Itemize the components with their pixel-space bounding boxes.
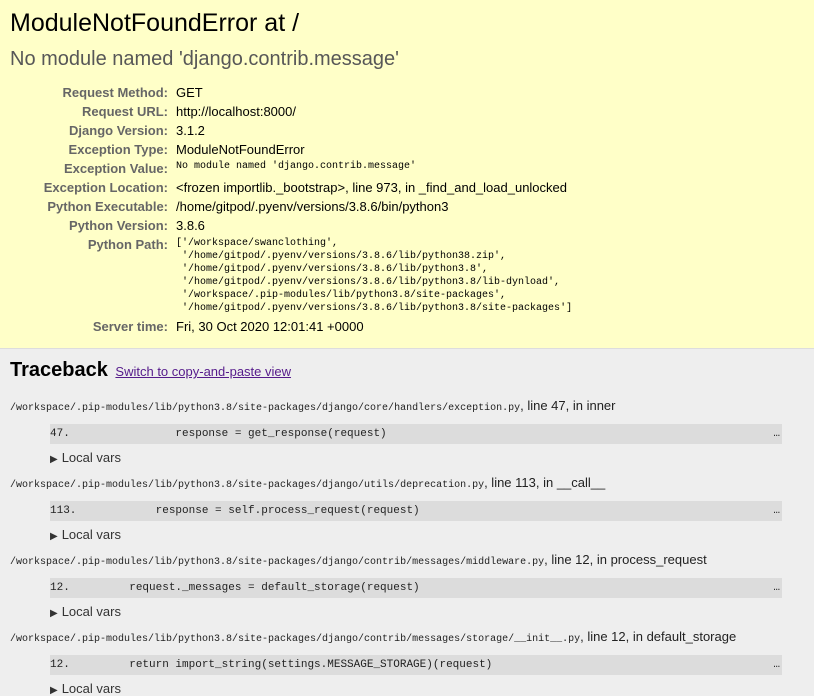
- meta-value: No module named 'django.contrib.message': [176, 161, 417, 172]
- local-vars-toggle[interactable]: ▶ Local vars: [50, 604, 804, 619]
- context-line[interactable]: 113. response = self.process_request(req…: [50, 501, 782, 521]
- context-line[interactable]: 12. request._messages = default_storage(…: [50, 578, 782, 598]
- traceback-frame: /workspace/.pip-modules/lib/python3.8/si…: [10, 398, 804, 465]
- meta-label: Exception Value:: [63, 161, 168, 176]
- frame-line-info: , line 12, in default_storage: [580, 629, 737, 644]
- local-vars-label: Local vars: [61, 681, 121, 696]
- meta-label: Exception Location:: [43, 180, 168, 195]
- local-vars-toggle[interactable]: ▶ Local vars: [50, 450, 804, 465]
- meta-row: Exception Location: <frozen importlib._bo…: [10, 178, 572, 197]
- meta-label: Python Executable:: [47, 199, 168, 214]
- triangle-right-icon: ▶: [50, 608, 58, 619]
- context-ellipsis[interactable]: …: [773, 655, 780, 675]
- meta-value: /home/gitpod/.pyenv/versions/3.8.6/bin/p…: [176, 199, 449, 214]
- meta-label: Python Version:: [69, 218, 168, 233]
- context-code: 12. request._messages = default_storage(…: [50, 582, 420, 594]
- local-vars-toggle[interactable]: ▶ Local vars: [50, 527, 804, 542]
- context-ellipsis[interactable]: …: [773, 424, 780, 444]
- context-code: 12. return import_string(settings.MESSAG…: [50, 659, 493, 671]
- meta-row: Request URL: http://localhost:8000/: [10, 102, 572, 121]
- meta-label: Server time:: [92, 319, 168, 334]
- meta-value: GET: [176, 85, 203, 100]
- frame-line-info: , line 12, in process_request: [544, 552, 707, 567]
- meta-value: Fri, 30 Oct 2020 12:01:41 +0000: [176, 319, 364, 334]
- traceback-section: Traceback Switch to copy-and-paste view …: [0, 349, 814, 696]
- frame-filename: /workspace/.pip-modules/lib/python3.8/si…: [10, 557, 545, 568]
- traceback-frame: /workspace/.pip-modules/lib/python3.8/si…: [10, 475, 804, 542]
- meta-label: Exception Type:: [68, 142, 168, 157]
- frame-filename: /workspace/.pip-modules/lib/python3.8/si…: [10, 403, 521, 414]
- frame-location: /workspace/.pip-modules/lib/python3.8/si…: [10, 398, 804, 414]
- error-summary: ModuleNotFoundError at / No module named…: [0, 0, 814, 349]
- traceback-frame: /workspace/.pip-modules/lib/python3.8/si…: [10, 629, 804, 696]
- meta-label: Request Method:: [62, 85, 168, 100]
- frame-location: /workspace/.pip-modules/lib/python3.8/si…: [10, 629, 804, 645]
- request-meta-table: Request Method: GET Request URL: http://loc…: [10, 83, 572, 336]
- meta-value: ModuleNotFoundError: [176, 142, 305, 157]
- switch-view-link[interactable]: Switch to copy-and-paste view: [115, 364, 291, 379]
- meta-row: Python Executable: /home/gitpod/.pyenv/ve…: [10, 197, 572, 216]
- meta-value: 3.8.6: [176, 218, 205, 233]
- error-title: ModuleNotFoundError at /: [10, 9, 300, 37]
- meta-row: Request Method: GET: [10, 83, 572, 102]
- error-message: No module named 'django.contrib.message': [10, 48, 399, 70]
- meta-value: <frozen importlib._bootstrap>, line 973,…: [176, 180, 567, 195]
- traceback-title: Traceback: [10, 359, 108, 381]
- local-vars-label: Local vars: [61, 527, 121, 542]
- traceback-frames: /workspace/.pip-modules/lib/python3.8/si…: [10, 398, 804, 696]
- meta-row: Django Version: 3.1.2: [10, 121, 572, 140]
- context-code: 113. response = self.process_request(req…: [50, 505, 420, 517]
- traceback-heading: Traceback Switch to copy-and-paste view: [10, 359, 804, 382]
- context-line[interactable]: 47. response = get_response(request) …: [50, 424, 782, 444]
- context-code: 47. response = get_response(request): [50, 428, 387, 440]
- meta-row: Python Path: ['/workspace/swanclothing', …: [10, 235, 572, 317]
- meta-label: Request URL:: [82, 104, 168, 119]
- python-path-value: ['/workspace/swanclothing', '/home/gitpo…: [176, 238, 573, 314]
- triangle-right-icon: ▶: [50, 685, 58, 696]
- meta-label: Python Path:: [87, 237, 168, 252]
- frame-line-info: , line 113, in __call__: [484, 475, 606, 490]
- meta-value: ['/workspace/swanclothing', '/home/gitpo…: [176, 235, 572, 317]
- frame-line-info: , line 47, in inner: [520, 398, 616, 413]
- frame-filename: /workspace/.pip-modules/lib/python3.8/si…: [10, 480, 485, 491]
- meta-label: Django Version:: [69, 123, 168, 138]
- frame-location: /workspace/.pip-modules/lib/python3.8/si…: [10, 475, 804, 491]
- local-vars-label: Local vars: [61, 604, 121, 619]
- meta-row: Python Version: 3.8.6: [10, 216, 572, 235]
- traceback-frame: /workspace/.pip-modules/lib/python3.8/si…: [10, 552, 804, 619]
- context-ellipsis[interactable]: …: [773, 578, 780, 598]
- local-vars-label: Local vars: [61, 450, 121, 465]
- triangle-right-icon: ▶: [50, 531, 58, 542]
- meta-row: Server time: Fri, 30 Oct 2020 12:01:41 +0…: [10, 317, 572, 336]
- meta-row: Exception Type: ModuleNotFoundError: [10, 140, 572, 159]
- meta-value: 3.1.2: [176, 123, 205, 138]
- frame-filename: /workspace/.pip-modules/lib/python3.8/si…: [10, 634, 581, 645]
- meta-value: http://localhost:8000/: [176, 104, 296, 119]
- triangle-right-icon: ▶: [50, 454, 58, 465]
- local-vars-toggle[interactable]: ▶ Local vars: [50, 681, 804, 696]
- context-line[interactable]: 12. return import_string(settings.MESSAG…: [50, 655, 782, 675]
- meta-row: Exception Value: No module named 'django.…: [10, 159, 572, 178]
- frame-location: /workspace/.pip-modules/lib/python3.8/si…: [10, 552, 804, 568]
- context-ellipsis[interactable]: …: [773, 501, 780, 521]
